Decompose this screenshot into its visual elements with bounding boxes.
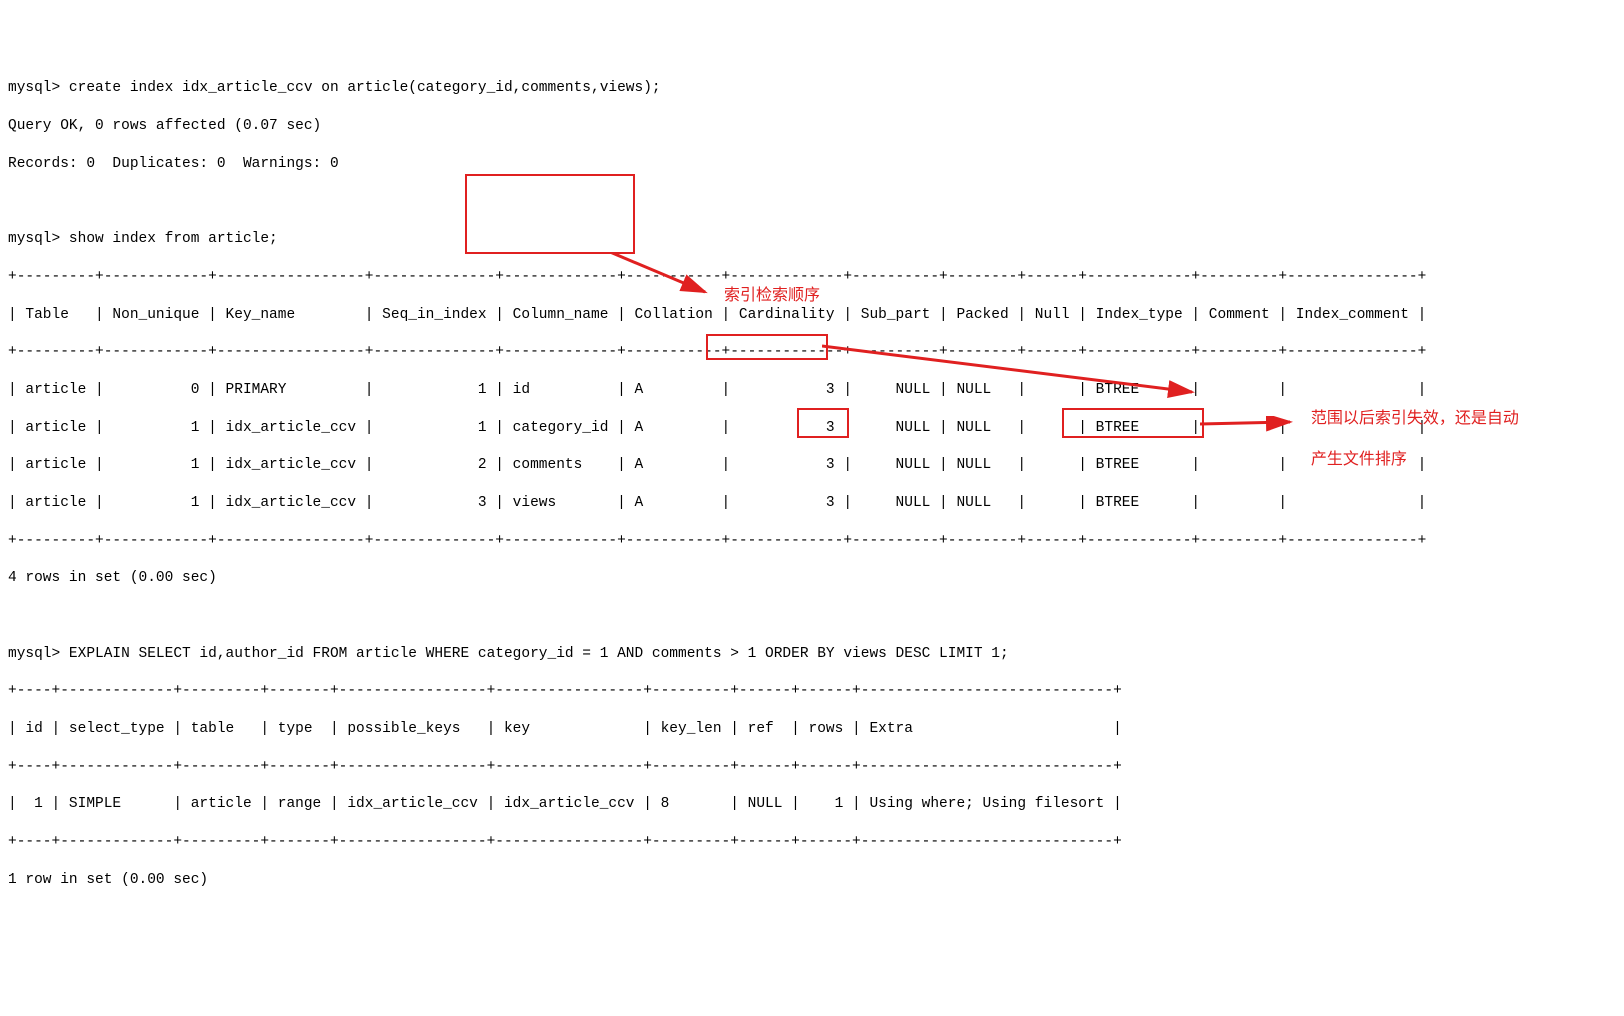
exp-border-bot: +----+-------------+---------+-------+--…: [8, 833, 1616, 852]
exp-footer: 1 row in set (0.00 sec): [8, 871, 1616, 890]
cmd-create-res1: Query OK, 0 rows affected (0.07 sec): [8, 117, 1616, 136]
blank2: [8, 607, 1616, 626]
exp-border-mid: +----+-------------+---------+-------+--…: [8, 758, 1616, 777]
exp-row-1: | 1 | SIMPLE | article | range | idx_art…: [8, 795, 1616, 814]
idx-border-mid: +---------+------------+----------------…: [8, 343, 1616, 362]
cmd-create-res2: Records: 0 Duplicates: 0 Warnings: 0: [8, 155, 1616, 174]
annot-index-order: 索引检索顺序: [724, 286, 820, 307]
idx-border-top: +---------+------------+----------------…: [8, 268, 1616, 287]
cmd-create-index: mysql> create index idx_article_ccv on a…: [8, 79, 1616, 98]
idx-row-3: | article | 1 | idx_article_ccv | 2 | co…: [8, 456, 1616, 475]
cmd-explain: mysql> EXPLAIN SELECT id,author_id FROM …: [8, 645, 1616, 664]
cmd-show-index: mysql> show index from article;: [8, 230, 1616, 249]
idx-border-bot: +---------+------------+----------------…: [8, 532, 1616, 551]
idx-row-4: | article | 1 | idx_article_ccv | 3 | vi…: [8, 494, 1616, 513]
blank: [8, 192, 1616, 211]
exp-header: | id | select_type | table | type | poss…: [8, 720, 1616, 739]
idx-header: | Table | Non_unique | Key_name | Seq_in…: [8, 306, 1616, 325]
exp-border-top: +----+-------------+---------+-------+--…: [8, 682, 1616, 701]
idx-row-1: | article | 0 | PRIMARY | 1 | id | A | 3…: [8, 381, 1616, 400]
idx-footer: 4 rows in set (0.00 sec): [8, 569, 1616, 588]
idx-row-2: | article | 1 | idx_article_ccv | 1 | ca…: [8, 419, 1616, 438]
